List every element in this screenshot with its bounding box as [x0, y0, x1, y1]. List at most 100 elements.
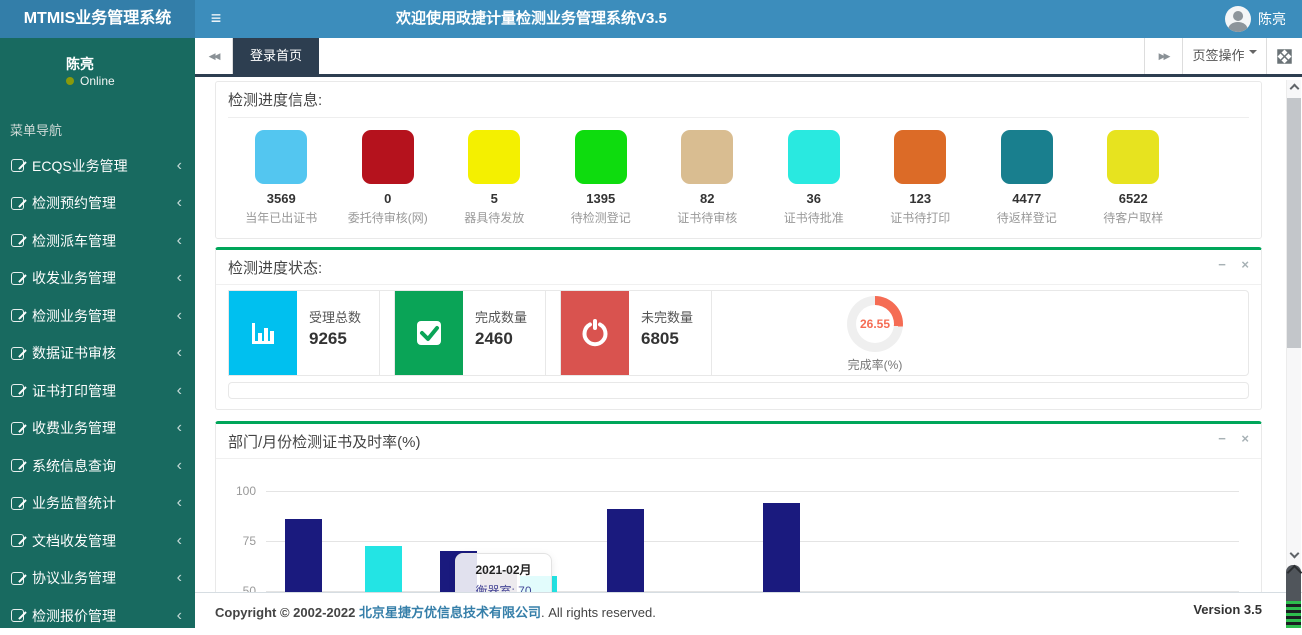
progress-card[interactable]: 36证书待批准 — [761, 130, 868, 226]
progress-info-title: 检测进度信息: — [228, 89, 1249, 110]
chevron-left-icon: ‹ — [177, 158, 182, 174]
progress-card-value: 5 — [441, 191, 548, 206]
stat-label: 受理总数 — [309, 307, 361, 326]
sidebar-item-label: 检测业务管理 — [32, 306, 116, 326]
stat-card-total[interactable]: 受理总数 9265 — [228, 290, 380, 376]
stat-card-uncompleted[interactable]: 未完数量 6805 — [560, 290, 712, 376]
stat-card-completed[interactable]: 完成数量 2460 — [394, 290, 546, 376]
stat-text: 完成数量 2460 — [463, 291, 527, 375]
edit-icon — [11, 234, 24, 247]
sidebar-item[interactable]: 协议业务管理‹ — [0, 560, 195, 598]
sidebar-item-label: 收发业务管理 — [32, 268, 116, 288]
sidebar-item[interactable]: 检测派车管理‹ — [0, 222, 195, 260]
stat-value: 6805 — [641, 329, 693, 349]
sidebar-item[interactable]: ECQS业务管理 ‹ — [0, 147, 195, 185]
sidebar-toggle-button[interactable]: ≡ — [195, 0, 237, 38]
expand-arrows-icon — [1277, 49, 1292, 64]
collapse-icon[interactable]: − — [1218, 257, 1226, 272]
divider — [228, 117, 1249, 118]
progress-card[interactable]: 1395待检测登记 — [548, 130, 655, 226]
progress-card-label: 器具待发放 — [441, 209, 548, 226]
scrollbar-track[interactable] — [1286, 80, 1301, 592]
edit-icon — [11, 197, 24, 210]
progress-card-tile — [575, 130, 627, 184]
progress-card[interactable]: 5 器具待发放 — [441, 130, 548, 226]
progress-card-tile — [1001, 130, 1053, 184]
collapse-icon[interactable]: − — [1218, 431, 1226, 446]
bar-热电理化室[interactable] — [365, 546, 402, 592]
tab-actions-dropdown[interactable]: 页签操作 — [1182, 38, 1266, 74]
sidebar-item[interactable]: 检测报价管理 ‹ — [0, 597, 195, 635]
close-icon[interactable]: × — [1241, 257, 1249, 272]
progress-card-label: 委托待审核(网) — [335, 209, 442, 226]
tabs-scroll-right-icon[interactable]: ▶▶ — [1144, 38, 1182, 74]
y-axis-tick: 100 — [228, 484, 256, 498]
scrollbar-bottom-handle[interactable] — [1286, 565, 1301, 628]
sidebar-item-label: 证书打印管理 — [32, 381, 116, 401]
progress-status-body: 受理总数 9265 完成数量 2460 — [216, 285, 1261, 409]
progress-card-value: 4477 — [974, 191, 1081, 206]
chart-panel-header: 部门/月份检测证书及时率(%) − × — [216, 424, 1261, 459]
chevron-left-icon: ‹ — [177, 195, 182, 211]
progress-card-value: 1395 — [548, 191, 655, 206]
progress-card-tile — [468, 130, 520, 184]
top-navbar: MTMIS业务管理系统 ≡ 欢迎使用政捷计量检测业务管理系统V3.5 陈亮 — [0, 0, 1302, 38]
progress-card[interactable]: 0委托待审核(网) — [335, 130, 442, 226]
progress-card[interactable]: 123证书待打印 — [867, 130, 974, 226]
edit-icon — [11, 534, 24, 547]
footer-copyright: Copyright © 2002-2022 — [215, 605, 355, 620]
progress-card-label: 待客户取样 — [1080, 209, 1187, 226]
y-axis-tick: 50 — [228, 584, 256, 592]
sidebar-item[interactable]: 文档收发管理‹ — [0, 522, 195, 560]
power-icon — [561, 291, 629, 375]
progress-status-header: 检测进度状态: − × — [216, 250, 1261, 285]
sidebar-item[interactable]: 收费业务管理‹ — [0, 410, 195, 448]
progress-status-title: 检测进度状态: — [228, 260, 322, 277]
footer-version: Version 3.5 — [1193, 602, 1262, 617]
main-content: 检测进度信息: 3569当年已出证书0委托待审核(网)5 器具待发放1395待检测… — [195, 80, 1302, 592]
footer-company-link[interactable]: 北京星捷方优信息技术有限公司 — [359, 605, 541, 620]
progress-card-tile — [788, 130, 840, 184]
chart-panel-body: 1007550252021-02月衡器室: 70力学室: 60.35热电理化室:… — [216, 459, 1261, 592]
sidebar-item[interactable]: 检测预约管理 ‹ — [0, 185, 195, 223]
sidebar-item[interactable]: 证书打印管理‹ — [0, 372, 195, 410]
progress-card[interactable]: 4477待返样登记 — [974, 130, 1081, 226]
bar-衡器室[interactable] — [607, 509, 644, 592]
fullscreen-button[interactable] — [1266, 38, 1302, 74]
stat-value: 2460 — [475, 329, 527, 349]
sidebar-item[interactable]: 业务监督统计‹ — [0, 485, 195, 523]
bar-chart[interactable]: 1007550252021-02月衡器室: 70力学室: 60.35热电理化室:… — [228, 467, 1249, 592]
completion-rate-gauge: 26.55 完成率(%) — [805, 296, 945, 373]
sidebar-item[interactable]: 系统信息查询‹ — [0, 447, 195, 485]
sidebar-item[interactable]: 检测业务管理‹ — [0, 297, 195, 335]
page-title: 欢迎使用政捷计量检测业务管理系统V3.5 — [396, 0, 667, 38]
app-logo[interactable]: MTMIS业务管理系统 — [0, 0, 195, 38]
progress-card[interactable]: 82证书待审核 — [654, 130, 761, 226]
progress-card-value: 3569 — [228, 191, 335, 206]
sidebar-item-label: ECQS业务管理 — [32, 156, 128, 176]
tabs-scroll-left-icon[interactable]: ◀◀ — [195, 38, 233, 74]
chevron-left-icon: ‹ — [177, 608, 182, 624]
progress-card[interactable]: 3569当年已出证书 — [228, 130, 335, 226]
tab-home[interactable]: 登录首页 — [233, 38, 319, 74]
sidebar-item-label: 检测预约管理 — [32, 193, 116, 213]
sidebar-user-name: 陈亮 — [66, 54, 94, 74]
chart-panel-title: 部门/月份检测证书及时率(%) — [228, 434, 421, 451]
sidebar-item[interactable]: 数据证书审核‹ — [0, 335, 195, 373]
chevron-left-icon: ‹ — [177, 495, 182, 511]
scrollbar-thumb[interactable] — [1287, 98, 1301, 348]
progress-card[interactable]: 6522待客户取样 — [1080, 130, 1187, 226]
footer: Version 3.5 Copyright © 2002-2022 北京星捷方优… — [195, 592, 1302, 628]
scrollbar-down-icon[interactable] — [1290, 549, 1300, 559]
sidebar-item-label: 收费业务管理 — [32, 418, 116, 438]
sidebar-item-label: 文档收发管理 — [32, 531, 116, 551]
bar-衡器室[interactable] — [763, 503, 800, 592]
bar-衡器室[interactable] — [285, 519, 322, 592]
close-icon[interactable]: × — [1241, 431, 1249, 446]
navbar-user-menu[interactable]: 陈亮 — [1225, 0, 1286, 38]
sidebar-item-label: 检测报价管理 — [32, 606, 116, 626]
sidebar-item[interactable]: 收发业务管理‹ — [0, 260, 195, 298]
scrollbar-up-icon[interactable] — [1290, 84, 1300, 94]
sidebar: 陈亮 Online 菜单导航 ECQS业务管理‹检测预约管理‹检测派车管理‹收发… — [0, 38, 195, 628]
stat-text: 未完数量 6805 — [629, 291, 693, 375]
